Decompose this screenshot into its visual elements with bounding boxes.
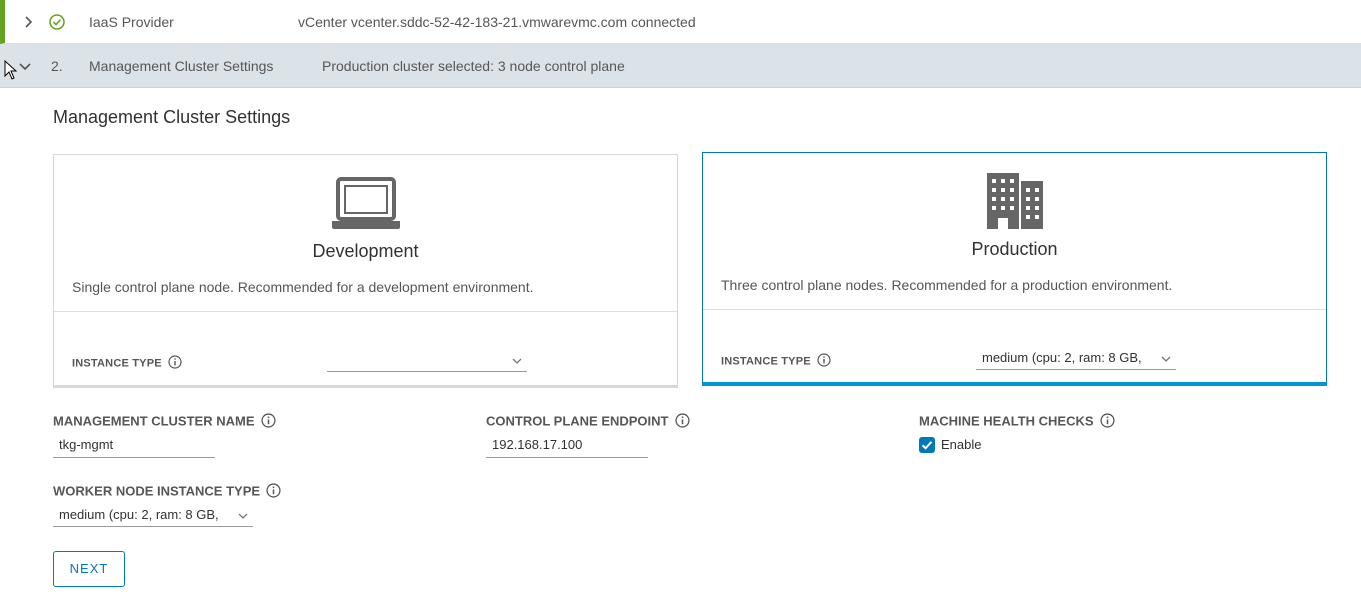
machine-health-checks-checkbox[interactable] bbox=[919, 437, 935, 453]
machine-health-checks-enable-label[interactable]: Enable bbox=[941, 437, 981, 453]
development-card[interactable]: Development Single control plane node. R… bbox=[53, 154, 678, 388]
step-label: IaaS Provider bbox=[89, 14, 174, 30]
instance-type-label: INSTANCE TYPE bbox=[721, 353, 831, 370]
card-divider bbox=[54, 311, 677, 312]
step-management-cluster-settings[interactable]: 2. Management Cluster Settings Productio… bbox=[0, 44, 1361, 88]
laptop-icon bbox=[331, 177, 401, 236]
step-iaas-provider[interactable]: IaaS Provider vCenter vcenter.sddc-52-42… bbox=[0, 0, 1361, 44]
instance-type-select[interactable]: medium (cpu: 2, ram: 8 GB, bbox=[976, 348, 1176, 370]
cluster-name-label: MANAGEMENT CLUSTER NAME bbox=[53, 413, 276, 431]
cluster-name-input[interactable]: tkg-mgmt bbox=[53, 434, 215, 458]
instance-type-label: INSTANCE TYPE bbox=[72, 355, 182, 372]
info-icon[interactable] bbox=[266, 483, 281, 501]
next-button[interactable]: NEXT bbox=[53, 551, 125, 587]
checkmark-icon bbox=[921, 441, 933, 450]
control-plane-endpoint-label: CONTROL PLANE ENDPOINT bbox=[486, 413, 690, 431]
mouse-cursor-icon bbox=[4, 60, 18, 80]
info-icon[interactable] bbox=[817, 353, 831, 370]
chevron-down-icon[interactable] bbox=[18, 59, 32, 73]
chevron-down-icon bbox=[511, 353, 523, 371]
card-divider bbox=[703, 309, 1326, 310]
production-card[interactable]: Production Three control plane nodes. Re… bbox=[702, 152, 1327, 386]
info-icon[interactable] bbox=[674, 413, 690, 431]
worker-node-instance-type-select[interactable]: medium (cpu: 2, ram: 8 GB, bbox=[53, 505, 253, 527]
chevron-down-icon bbox=[1160, 351, 1172, 369]
building-icon bbox=[985, 171, 1045, 236]
worker-node-instance-type-label: WORKER NODE INSTANCE TYPE bbox=[53, 483, 281, 501]
card-title: Production bbox=[971, 239, 1058, 259]
info-icon[interactable] bbox=[1099, 413, 1115, 431]
step-number: 2. bbox=[51, 58, 63, 74]
info-icon[interactable] bbox=[260, 413, 276, 431]
section-title: Management Cluster Settings bbox=[53, 107, 291, 127]
info-icon[interactable] bbox=[168, 355, 182, 372]
success-check-icon bbox=[49, 14, 65, 30]
card-title: Development bbox=[312, 241, 419, 261]
step-summary: Production cluster selected: 3 node cont… bbox=[322, 58, 625, 74]
step-label: Management Cluster Settings bbox=[89, 58, 274, 74]
machine-health-checks-label: MACHINE HEALTH CHECKS bbox=[919, 413, 1115, 431]
chevron-right-icon[interactable] bbox=[21, 15, 35, 29]
instance-type-select[interactable] bbox=[327, 350, 527, 372]
card-description: Single control plane node. Recommended f… bbox=[72, 279, 534, 295]
control-plane-endpoint-input[interactable]: 192.168.17.100 bbox=[486, 434, 648, 458]
card-description: Three control plane nodes. Recommended f… bbox=[721, 277, 1173, 293]
chevron-down-icon bbox=[237, 508, 249, 526]
step-summary: vCenter vcenter.sddc-52-42-183-21.vmware… bbox=[298, 14, 696, 30]
